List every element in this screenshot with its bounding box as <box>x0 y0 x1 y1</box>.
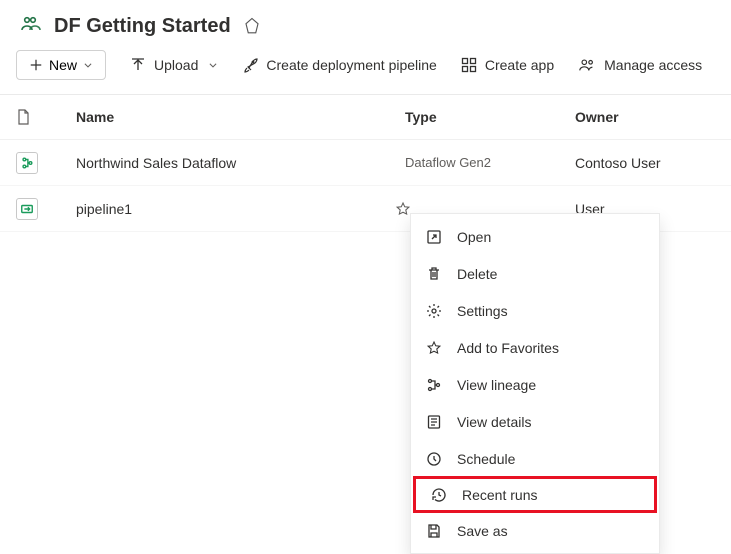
table-row[interactable]: Northwind Sales Dataflow Dataflow Gen2 C… <box>0 140 731 186</box>
item-name[interactable]: Northwind Sales Dataflow <box>76 155 405 171</box>
dataflow-icon <box>16 152 38 174</box>
open-icon <box>425 229 443 245</box>
manage-access-label: Manage access <box>604 57 702 73</box>
premium-icon <box>243 17 261 35</box>
favorite-toggle[interactable] <box>395 201 411 217</box>
column-type-header[interactable]: Type <box>405 109 575 125</box>
menu-view-lineage[interactable]: View lineage <box>411 366 659 403</box>
create-app-button[interactable]: Create app <box>461 57 554 73</box>
chevron-down-icon <box>208 60 218 70</box>
menu-add-favorites[interactable]: Add to Favorites <box>411 329 659 366</box>
item-icon-cell <box>16 152 76 174</box>
gear-icon <box>425 303 443 319</box>
new-button-label: New <box>49 57 77 73</box>
menu-save-as[interactable]: Save as <box>411 512 659 549</box>
toolbar: New Upload Create deployment pipeline Cr… <box>0 50 731 95</box>
people-icon <box>578 57 596 73</box>
item-owner: Contoso User <box>575 155 715 171</box>
column-icon-header <box>16 109 76 125</box>
menu-delete[interactable]: Delete <box>411 255 659 292</box>
menu-save-as-label: Save as <box>457 523 508 539</box>
clock-icon <box>425 451 443 467</box>
menu-view-lineage-label: View lineage <box>457 377 536 393</box>
column-name-header[interactable]: Name <box>76 109 405 125</box>
upload-icon <box>130 57 146 73</box>
table-header: Name Type Owner <box>0 95 731 140</box>
menu-settings-label: Settings <box>457 303 508 319</box>
details-icon <box>425 414 443 430</box>
item-icon-cell <box>16 198 76 220</box>
page-title: DF Getting Started <box>54 15 231 38</box>
menu-delete-label: Delete <box>457 266 497 282</box>
column-owner-header[interactable]: Owner <box>575 109 715 125</box>
rocket-icon <box>242 57 258 73</box>
manage-access-button[interactable]: Manage access <box>578 57 702 73</box>
upload-button[interactable]: Upload <box>130 57 218 73</box>
menu-recent-runs[interactable]: Recent runs <box>413 476 657 513</box>
create-deployment-pipeline-label: Create deployment pipeline <box>266 57 436 73</box>
header: DF Getting Started <box>0 0 731 50</box>
pipeline-icon <box>16 198 38 220</box>
create-deployment-pipeline-button[interactable]: Create deployment pipeline <box>242 57 436 73</box>
history-icon <box>430 487 448 503</box>
menu-recent-runs-label: Recent runs <box>462 487 537 503</box>
trash-icon <box>425 266 443 282</box>
item-type: Dataflow Gen2 <box>405 155 575 170</box>
item-name[interactable]: pipeline1 <box>76 201 405 217</box>
app-icon <box>461 57 477 73</box>
save-icon <box>425 523 443 539</box>
menu-settings[interactable]: Settings <box>411 292 659 329</box>
context-menu: Open Delete Settings Add to Favorites Vi… <box>410 213 660 554</box>
menu-open-label: Open <box>457 229 491 245</box>
menu-open[interactable]: Open <box>411 218 659 255</box>
upload-label: Upload <box>154 57 198 73</box>
star-icon <box>425 340 443 356</box>
menu-schedule[interactable]: Schedule <box>411 440 659 477</box>
menu-add-favorites-label: Add to Favorites <box>457 340 559 356</box>
menu-schedule-label: Schedule <box>457 451 515 467</box>
workspace-icon <box>16 12 44 40</box>
item-table: Name Type Owner Northwind Sales Dataflow… <box>0 95 731 232</box>
menu-view-details[interactable]: View details <box>411 403 659 440</box>
create-app-label: Create app <box>485 57 554 73</box>
chevron-down-icon <box>83 60 93 70</box>
menu-view-details-label: View details <box>457 414 531 430</box>
plus-icon <box>29 58 43 72</box>
new-button[interactable]: New <box>16 50 106 80</box>
lineage-icon <box>425 377 443 393</box>
